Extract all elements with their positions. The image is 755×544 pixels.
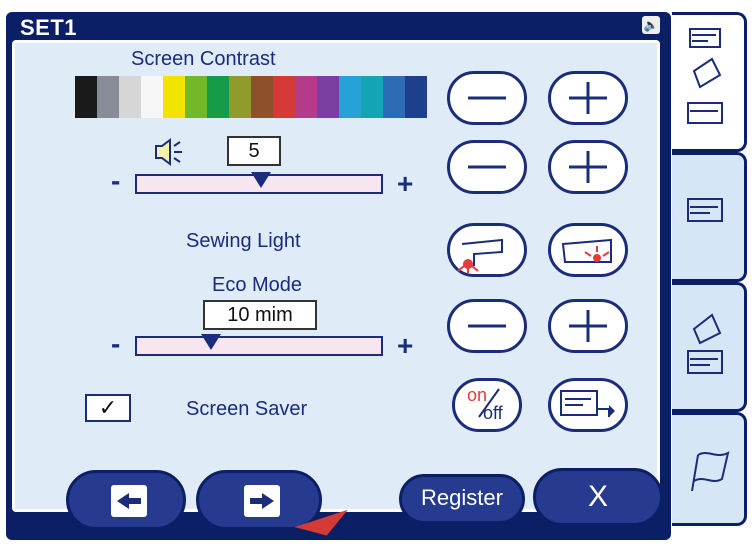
contrast-swatches (75, 76, 427, 118)
tab-embroidery-settings[interactable] (672, 12, 747, 152)
contrast-swatch (251, 76, 273, 118)
contrast-swatch (229, 76, 251, 118)
contrast-plus-button[interactable] (548, 71, 628, 125)
tab-flag[interactable] (672, 412, 747, 526)
close-button[interactable]: X (533, 468, 663, 526)
sewing-light-left-button[interactable] (447, 223, 527, 277)
eco-minus-label: - (111, 328, 121, 359)
volume-minus-label: - (111, 165, 121, 196)
embroidery-settings-icon (687, 28, 723, 124)
contrast-swatch (317, 76, 339, 118)
eco-mode-slider[interactable] (135, 334, 383, 356)
tab-embroidery-unit[interactable] (672, 282, 747, 412)
flag-icon (691, 451, 730, 492)
volume-plus-label: + (397, 168, 414, 199)
screen-contrast-label: Screen Contrast (131, 48, 276, 70)
embroidery-unit-icon (687, 313, 723, 374)
volume-minus-button[interactable] (447, 140, 527, 194)
volume-value: 5 (227, 136, 281, 166)
screen-saver-preview-button[interactable] (548, 378, 628, 432)
next-page-button[interactable] (196, 470, 322, 530)
screen-saver-label: Screen Saver (186, 398, 308, 420)
sewing-machine-icon (687, 198, 723, 222)
tab-sewing-machine[interactable] (672, 152, 747, 282)
screen-saver-checkbox[interactable]: ✓ (85, 394, 131, 422)
volume-plus-button[interactable] (548, 140, 628, 194)
speaker-mini-icon: 🔈 (642, 16, 660, 34)
contrast-swatch (383, 76, 405, 118)
screen: SET1 🔈 Screen Contrast 5 - + Sewing Ligh… (0, 0, 755, 544)
sewing-light-right-button[interactable] (548, 223, 628, 277)
volume-slider[interactable] (135, 172, 383, 194)
contrast-swatch (295, 76, 317, 118)
contrast-minus-button[interactable] (447, 71, 527, 125)
contrast-swatch (185, 76, 207, 118)
eco-mode-slider-thumb[interactable] (201, 334, 222, 350)
contrast-swatch (97, 76, 119, 118)
volume-slider-thumb[interactable] (251, 172, 271, 188)
contrast-swatch (163, 76, 185, 118)
contrast-swatch (405, 76, 427, 118)
contrast-swatch (207, 76, 229, 118)
side-tabs (672, 12, 747, 527)
page-title: SET1 (20, 15, 78, 40)
register-button[interactable]: Register (399, 474, 525, 524)
sewing-light-label: Sewing Light (186, 230, 301, 252)
eco-mode-value: 10 mim (203, 300, 317, 330)
contrast-swatch (119, 76, 141, 118)
eco-plus-label: + (397, 330, 414, 361)
contrast-swatch (75, 76, 97, 118)
arrow-right-icon (244, 485, 280, 517)
contrast-swatch (339, 76, 361, 118)
contrast-swatch (141, 76, 163, 118)
previous-page-button[interactable] (66, 470, 186, 530)
speaker-icon (155, 138, 182, 166)
arrow-left-icon (111, 485, 147, 517)
eco-mode-label: Eco Mode (212, 274, 303, 296)
on-off-button[interactable]: on off (452, 378, 522, 432)
contrast-swatch (273, 76, 295, 118)
eco-plus-button[interactable] (548, 299, 628, 353)
title-bar: SET1 🔈 (10, 12, 670, 40)
contrast-swatch (361, 76, 383, 118)
eco-minus-button[interactable] (447, 299, 527, 353)
